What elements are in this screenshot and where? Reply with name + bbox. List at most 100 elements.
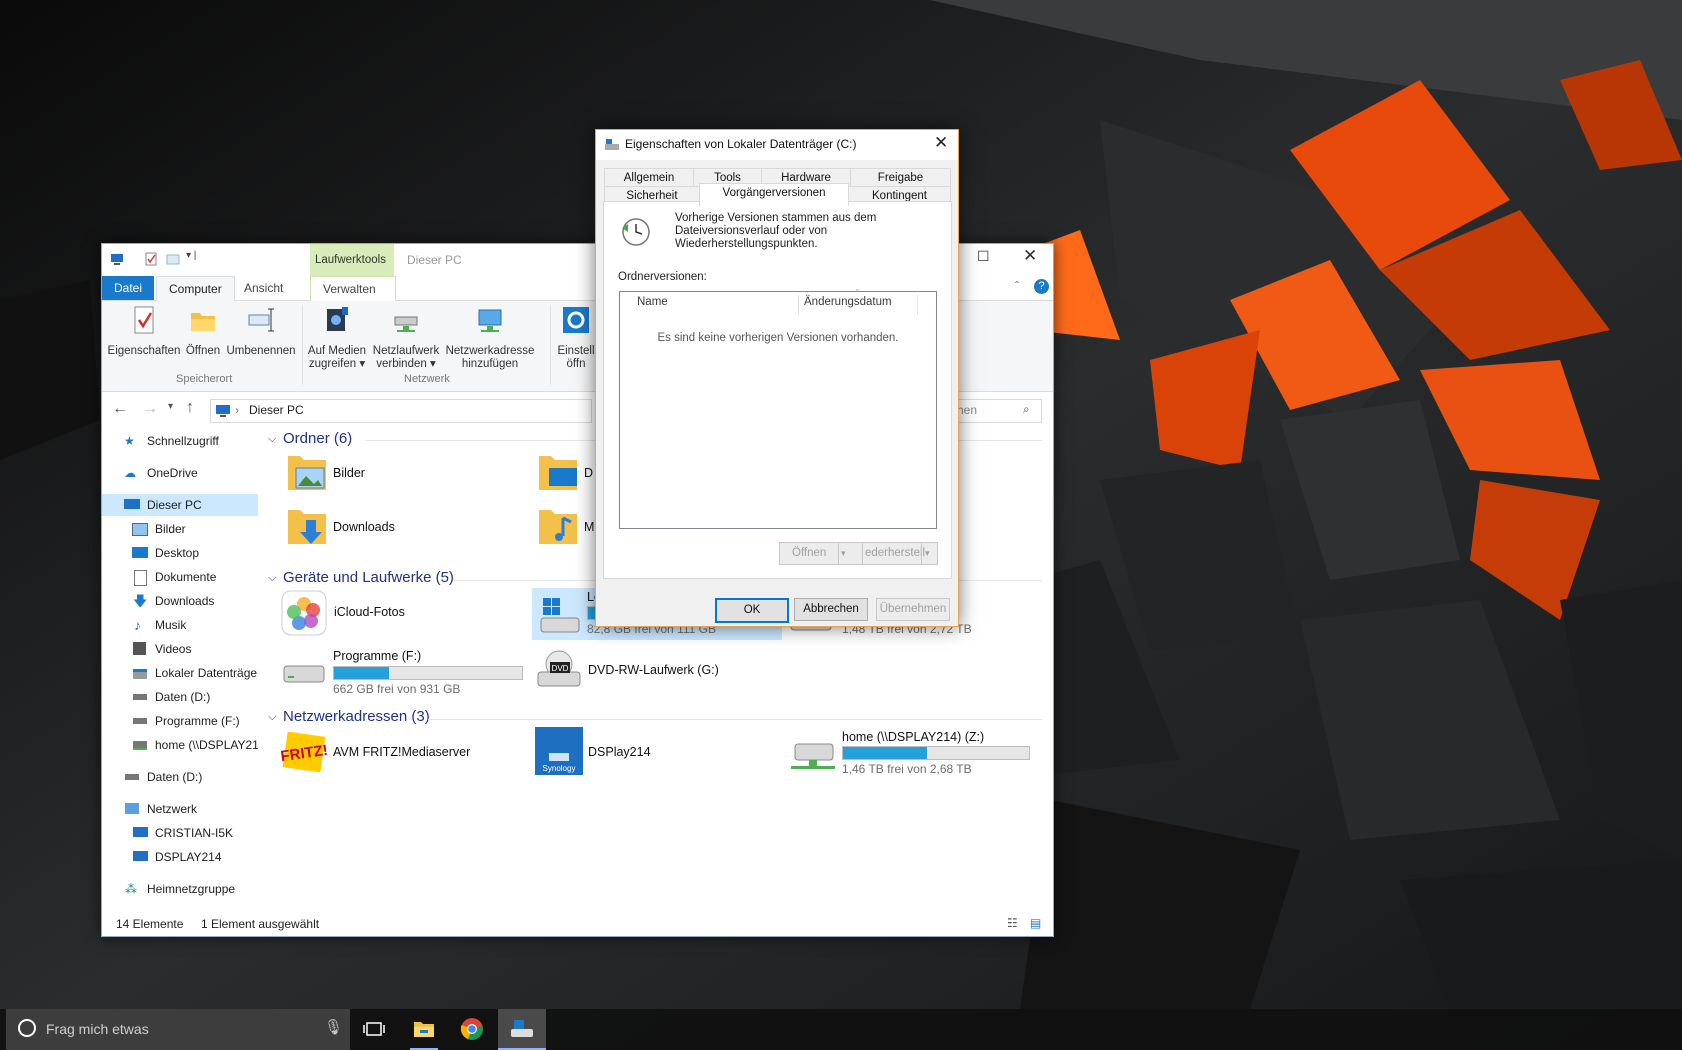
uebernehmen-button[interactable]: Übernehmen: [876, 598, 950, 621]
abbrechen-button[interactable]: Abbrechen: [794, 598, 868, 621]
folder-m[interactable]: M: [584, 520, 594, 534]
nav-musik[interactable]: ♪ Musik: [102, 614, 258, 636]
chevron-down-icon[interactable]: ▾: [841, 543, 846, 564]
nav-dieser-pc[interactable]: Dieser PC: [102, 494, 258, 516]
properties-taskbar-button[interactable]: [498, 1009, 546, 1050]
details-view-icon[interactable]: ☷: [1007, 916, 1018, 930]
nav-dsplay214[interactable]: DSPLAY214: [102, 846, 258, 868]
maximize-icon[interactable]: ☐: [977, 248, 990, 265]
wiederherstellen-button[interactable]: ederherstell ▾: [862, 542, 938, 565]
tab-computer[interactable]: Computer: [156, 276, 235, 301]
chevron-down-icon[interactable]: ⌵: [268, 433, 276, 446]
tiles-view-icon[interactable]: ▤: [1030, 916, 1041, 930]
collapse-ribbon-icon[interactable]: ˆ: [1015, 279, 1019, 293]
nav-daten-d-root[interactable]: Daten (D:): [102, 766, 258, 788]
task-view-icon[interactable]: [362, 1017, 386, 1041]
network-fritz[interactable]: AVM FRITZ!Mediaserver: [333, 745, 470, 759]
chevron-down-icon[interactable]: ⌵: [268, 711, 276, 724]
folder-bilder[interactable]: Bilder: [333, 466, 365, 480]
qat-dropdown-icon[interactable]: ▾ |: [186, 250, 196, 261]
nav-schnellzugriff[interactable]: ★ Schnellzugriff: [102, 430, 258, 452]
nav-daten-d[interactable]: Daten (D:): [102, 686, 258, 708]
nav-programme-f[interactable]: Programme (F:): [102, 710, 258, 732]
dialog-close-icon[interactable]: ✕: [934, 133, 948, 153]
umbenennen-label: Umbenennen: [226, 345, 296, 357]
drive-f-name[interactable]: Programme (F:): [333, 649, 421, 663]
nav-label: Daten (D:): [147, 770, 203, 784]
ok-button[interactable]: OK: [715, 598, 789, 623]
nav-onedrive[interactable]: ☁ OneDrive: [102, 462, 258, 484]
drive-dvd[interactable]: DVD-RW-Laufwerk (G:): [588, 663, 719, 677]
up-arrow-icon[interactable]: ↑: [186, 399, 194, 417]
chevron-down-icon[interactable]: ⌵: [268, 572, 276, 585]
nav-home-dsplay[interactable]: home (\\DSPLAY21: [102, 734, 258, 756]
tab-ansicht[interactable]: Ansicht: [232, 276, 295, 300]
nav-netzwerk[interactable]: Netzwerk: [102, 798, 258, 820]
group-header-geraete[interactable]: Geräte und Laufwerke (5): [283, 569, 454, 586]
chevron-down-icon[interactable]: ▾: [925, 543, 930, 564]
tab-verwalten[interactable]: Verwalten: [310, 276, 396, 302]
column-header-name[interactable]: Name: [637, 296, 668, 308]
nav-label: Daten (D:): [155, 690, 211, 704]
ordnerversionen-label: Ordnerversionen:: [618, 271, 707, 283]
nav-label: DSPLAY214: [155, 850, 222, 864]
network-dsplay[interactable]: DSPlay214: [588, 745, 651, 759]
nav-lokaler-datentraeger[interactable]: Lokaler Datenträger: [102, 662, 258, 684]
properties-icon[interactable]: [144, 252, 158, 266]
tab-datei[interactable]: Datei: [102, 276, 155, 300]
search-input[interactable]: hen ⌕: [952, 399, 1042, 423]
umbenennen-button[interactable]: Umbenennen: [226, 305, 296, 358]
folder-downloads[interactable]: Downloads: [333, 520, 395, 534]
tab-freigabe[interactable]: Freigabe: [850, 168, 951, 188]
forward-arrow-icon[interactable]: →: [142, 400, 158, 418]
chrome-icon[interactable]: [460, 1017, 484, 1041]
nav-desktop[interactable]: Desktop: [102, 542, 258, 564]
group-header-ordner[interactable]: Ordner (6): [283, 430, 352, 447]
nav-cristian-i5k[interactable]: CRISTIAN-I5K: [102, 822, 258, 844]
address-box[interactable]: › Dieser PC: [210, 399, 592, 423]
einstellungen-oeffnen-button[interactable]: Einstell öffn: [554, 305, 598, 371]
netzwerkadresse-hinzufuegen-button[interactable]: Netzwerkadresse hinzufügen: [444, 305, 536, 371]
new-folder-icon[interactable]: [166, 252, 180, 266]
netzlaufwerk-verbinden-button[interactable]: Netzlaufwerk verbinden ▾: [370, 305, 442, 371]
versions-list[interactable]: Name Änderungsdatum ˇ Es sind keine vorh…: [619, 288, 937, 529]
eigenschaften-button[interactable]: Eigenschaften: [106, 305, 182, 358]
tab-allgemein[interactable]: Allgemein: [604, 168, 694, 188]
microphone-icon[interactable]: 🎙: [324, 1018, 343, 1036]
nav-heimnetzgruppe[interactable]: ⁂ Heimnetzgruppe: [102, 878, 258, 900]
network-home-usage-fill: [843, 747, 927, 759]
column-divider: [917, 295, 918, 315]
network-drive-icon: [394, 316, 418, 332]
recent-dropdown-icon[interactable]: ▾: [168, 401, 173, 412]
oeffnen-button[interactable]: Öffnen: [182, 305, 224, 358]
auf-medien-label-1: Auf Medien: [307, 345, 367, 357]
back-arrow-icon[interactable]: ←: [112, 400, 128, 418]
network-home-usage-bar: [842, 746, 1030, 760]
info-line-3: Wiederherstellungspunkten.: [675, 238, 818, 250]
tab-vorgaengerversionen[interactable]: Vorgängerversionen: [699, 183, 849, 206]
window-title: Dieser PC: [407, 253, 462, 267]
nav-downloads[interactable]: 🡇 Downloads: [102, 590, 258, 612]
nav-label: Heimnetzgruppe: [147, 882, 236, 896]
cortana-search-box[interactable]: Frag mich etwas 🎙: [6, 1009, 350, 1050]
icloud-photos-icon: [281, 590, 327, 636]
einstellungen-label-2: öffn: [566, 358, 586, 370]
drive-icloud[interactable]: iCloud-Fotos: [334, 605, 405, 619]
auf-medien-zugreifen-button[interactable]: Auf Medien zugreifen ▾: [305, 305, 369, 371]
folder-d[interactable]: D: [584, 466, 593, 480]
star-icon: ★: [124, 434, 135, 448]
nav-videos[interactable]: Videos: [102, 638, 258, 660]
file-explorer-icon[interactable]: [412, 1017, 436, 1041]
dialog-titlebar: Eigenschaften von Lokaler Datenträger (C…: [596, 130, 958, 160]
column-header-date[interactable]: Änderungsdatum: [804, 296, 892, 308]
group-header-netzwerkadressen[interactable]: Netzwerkadressen (3): [283, 708, 430, 725]
music-folder-icon: [539, 510, 577, 544]
breadcrumb-dieser-pc[interactable]: Dieser PC: [249, 403, 304, 417]
network-home-name[interactable]: home (\\DSPLAY214) (Z:): [842, 730, 984, 744]
oeffnen-button[interactable]: Öffnen ▾: [779, 542, 863, 565]
nav-label: home (\\DSPLAY21: [155, 738, 258, 752]
nav-dokumente[interactable]: Dokumente: [102, 566, 258, 588]
help-icon[interactable]: ?: [1034, 279, 1049, 294]
close-icon[interactable]: ✕: [1023, 246, 1037, 266]
nav-bilder[interactable]: Bilder: [102, 518, 258, 540]
